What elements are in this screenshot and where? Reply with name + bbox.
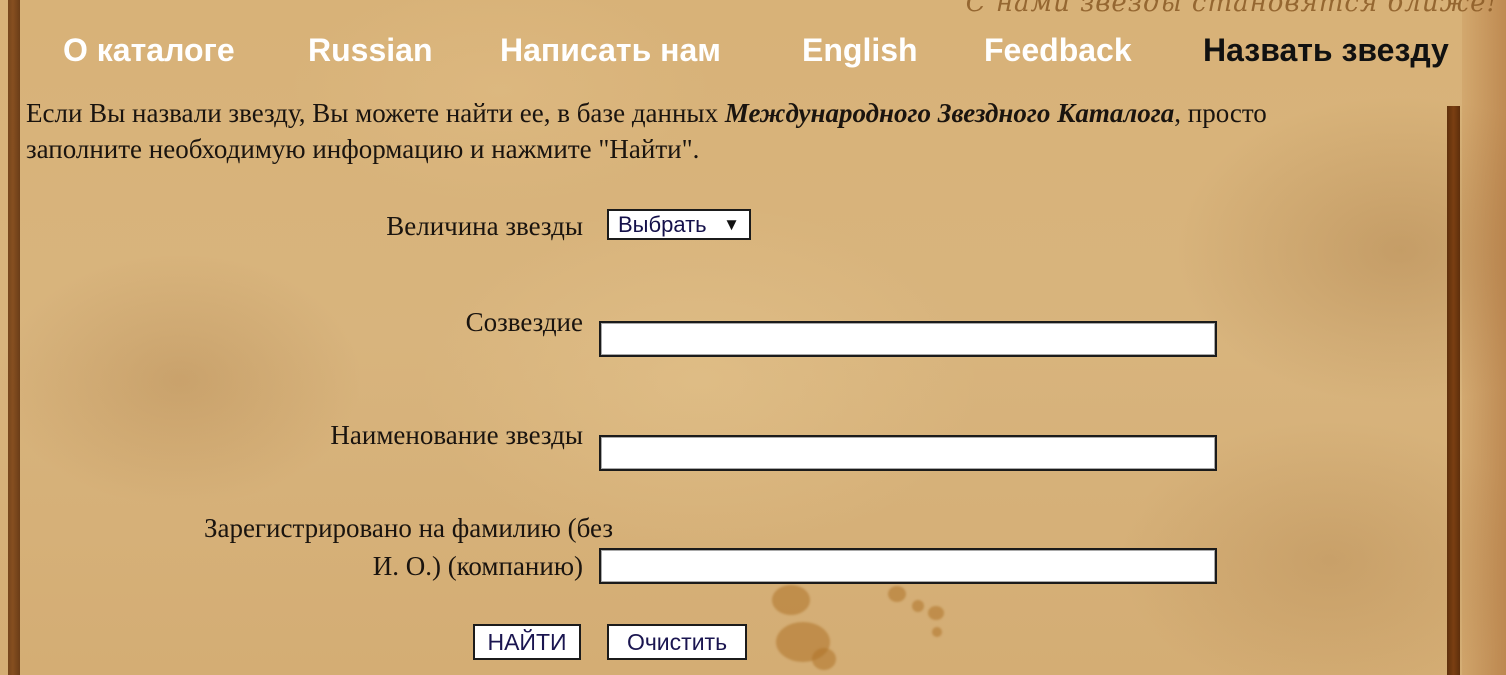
constellation-label: Созвездие (465, 307, 583, 337)
catalog-name: Международного Звездного Каталога (724, 98, 1175, 128)
nav-item-name-a-star[interactable]: Назвать звезду (1203, 30, 1449, 70)
dropdown-arrow-icon: ▼ (723, 215, 740, 234)
nav-item-english[interactable]: English (802, 30, 918, 70)
search-button[interactable]: НАЙТИ (473, 624, 581, 660)
clear-button[interactable]: Очистить (607, 624, 747, 660)
nav-item-russian[interactable]: Russian (308, 30, 432, 70)
nav-item-about-catalog[interactable]: О каталоге (63, 30, 235, 70)
star-name-label: Наименование звезды (330, 420, 583, 450)
parchment-stain (772, 585, 810, 615)
right-decorative-border (1447, 106, 1460, 675)
registered-to-label-line1: Зарегистрировано на фамилию (без (203, 513, 613, 543)
nav-item-feedback[interactable]: Feedback (984, 30, 1132, 70)
parchment-stain (928, 606, 944, 620)
main-nav: О каталоге Russian Написать нам English … (0, 30, 1506, 74)
left-decorative-border (8, 0, 20, 675)
nav-item-write-us[interactable]: Написать нам (500, 30, 721, 70)
constellation-input[interactable] (599, 321, 1217, 357)
intro-text-part1: Если Вы назвали звезду, Вы можете найти … (26, 98, 725, 128)
parchment-stain (912, 600, 924, 612)
right-parchment-edge (1462, 0, 1506, 675)
site-slogan: С нами звезды становятся ближе! (965, 0, 1498, 18)
parchment-stain (812, 648, 836, 670)
magnitude-select[interactable]: Выбрать ▼ (607, 209, 751, 240)
registered-to-label: Зарегистрировано на фамилию (без (204, 511, 613, 545)
magnitude-select-value: Выбрать (618, 212, 707, 237)
registered-to-label-line2: И. О.) (компанию) (372, 551, 583, 581)
parchment-stain (888, 586, 906, 602)
parchment-stain (932, 627, 942, 637)
star-name-input[interactable] (599, 435, 1217, 471)
registered-to-input[interactable] (599, 548, 1217, 584)
intro-text: Если Вы назвали звезду, Вы можете найти … (26, 95, 1326, 167)
magnitude-label: Величина звезды (386, 211, 583, 241)
